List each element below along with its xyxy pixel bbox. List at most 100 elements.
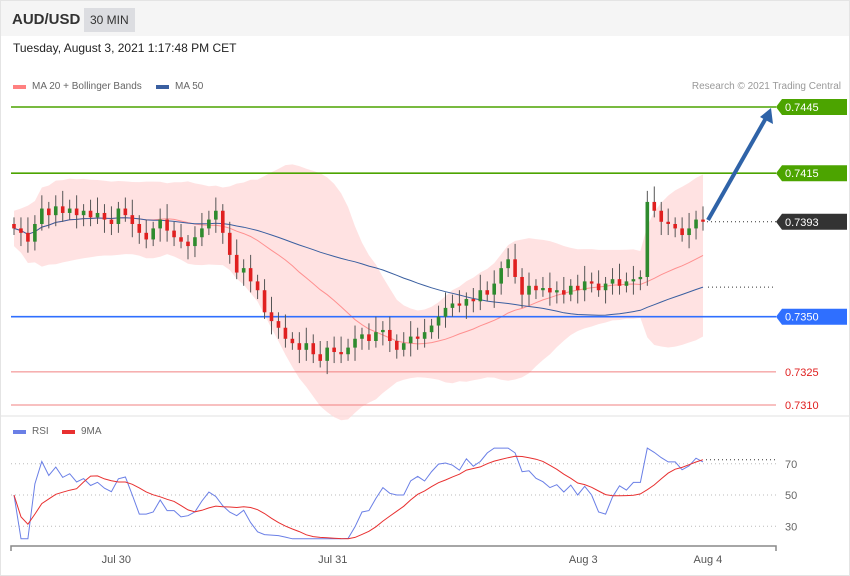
candle-body xyxy=(624,281,629,286)
candle-body xyxy=(492,283,497,295)
candle-body xyxy=(617,279,622,286)
candle-body xyxy=(360,334,364,339)
candle-body xyxy=(46,208,51,216)
candle-body xyxy=(631,279,636,282)
candle-body xyxy=(527,285,531,295)
candle-body xyxy=(499,268,503,284)
candle-body xyxy=(123,208,128,216)
candle-body xyxy=(88,210,93,218)
candle-body xyxy=(276,321,281,328)
candle-body xyxy=(513,259,517,277)
candle-body xyxy=(172,230,176,238)
candle-body xyxy=(151,228,155,240)
candle-body xyxy=(179,237,183,242)
candle-body xyxy=(401,343,406,350)
candle-body xyxy=(478,290,483,302)
candle-body xyxy=(422,332,427,339)
candle-body xyxy=(95,212,100,218)
x-tick-label: Jul 31 xyxy=(318,554,347,566)
rsi-tick-label: 30 xyxy=(785,521,797,533)
candle-body xyxy=(457,303,462,306)
candle-body xyxy=(596,283,601,291)
candle-body xyxy=(116,208,121,224)
candle-body xyxy=(534,285,538,291)
candle-body xyxy=(60,206,65,213)
candle-body xyxy=(109,219,114,224)
candle-body xyxy=(429,325,434,333)
candle-body xyxy=(694,219,698,229)
level-label: 0.7415 xyxy=(785,168,819,180)
candle-body xyxy=(311,343,316,355)
candle-body xyxy=(353,338,357,348)
candle-body xyxy=(687,228,691,236)
candle-body xyxy=(297,343,302,350)
candle-body xyxy=(214,210,218,220)
candle-body xyxy=(158,219,162,229)
candle-body xyxy=(415,336,420,339)
candle-body xyxy=(374,332,378,341)
candle-body xyxy=(520,276,524,295)
candle-body xyxy=(26,232,30,242)
target-arrow xyxy=(706,117,768,221)
rsi-tick-label: 70 xyxy=(785,459,797,471)
candle-body xyxy=(436,316,441,326)
candle-body xyxy=(325,347,329,361)
candle-body xyxy=(144,232,149,240)
candle-body xyxy=(555,290,559,293)
candle-body xyxy=(130,215,135,224)
candle-body xyxy=(234,254,239,273)
level-label: 0.7393 xyxy=(785,217,819,229)
candle-body xyxy=(666,221,671,224)
candle-body xyxy=(381,329,385,333)
candle-body xyxy=(12,223,16,229)
candle-body xyxy=(102,212,107,220)
candle-body xyxy=(680,228,684,236)
level-label: 0.7445 xyxy=(785,102,819,114)
candle-body xyxy=(562,290,566,295)
x-tick-label: Jul 30 xyxy=(102,554,131,566)
candle-body xyxy=(81,210,86,216)
candle-body xyxy=(318,354,323,361)
candle-body xyxy=(450,303,455,308)
candle-body xyxy=(673,223,677,229)
candle-body xyxy=(610,279,615,284)
x-axis xyxy=(10,545,777,551)
candle-body xyxy=(290,338,295,344)
candle-body xyxy=(388,329,392,341)
candle-body xyxy=(541,288,545,291)
candle-body xyxy=(227,232,232,255)
candle-body xyxy=(248,268,253,282)
x-tick-label: Aug 4 xyxy=(693,554,722,566)
candle-body xyxy=(506,259,510,269)
candle-body xyxy=(283,327,288,339)
level-label: 0.7325 xyxy=(785,367,819,379)
candle-body xyxy=(304,343,309,350)
candle-body xyxy=(40,208,44,224)
candle-body xyxy=(186,241,190,247)
candle-body xyxy=(659,210,664,222)
x-tick-label: Aug 3 xyxy=(569,554,598,566)
candle-body xyxy=(241,268,246,273)
price-chart: 0.7445 0.7415 0.7393 0.7350 0.7325 0.7310 70 50… xyxy=(1,99,849,566)
candle-body xyxy=(589,281,594,284)
candle-body xyxy=(471,299,476,302)
candle-body xyxy=(464,299,469,306)
level-label: 0.7310 xyxy=(785,400,819,412)
candle-body xyxy=(582,281,587,291)
candle-body xyxy=(485,290,490,295)
candle-body xyxy=(339,352,343,355)
candle-body xyxy=(255,281,260,291)
candle-body xyxy=(367,334,371,341)
candle-body xyxy=(269,312,274,322)
candle-body xyxy=(645,201,650,277)
candle-body xyxy=(207,219,211,229)
level-label: 0.7350 xyxy=(785,312,819,324)
candle-body xyxy=(220,210,225,233)
candle xyxy=(645,190,650,286)
candle-body xyxy=(701,219,705,222)
rsi-line xyxy=(13,447,704,540)
candle-body xyxy=(332,347,336,353)
candle-body xyxy=(652,201,657,211)
candle-body xyxy=(33,223,37,242)
candle-body xyxy=(548,288,552,293)
